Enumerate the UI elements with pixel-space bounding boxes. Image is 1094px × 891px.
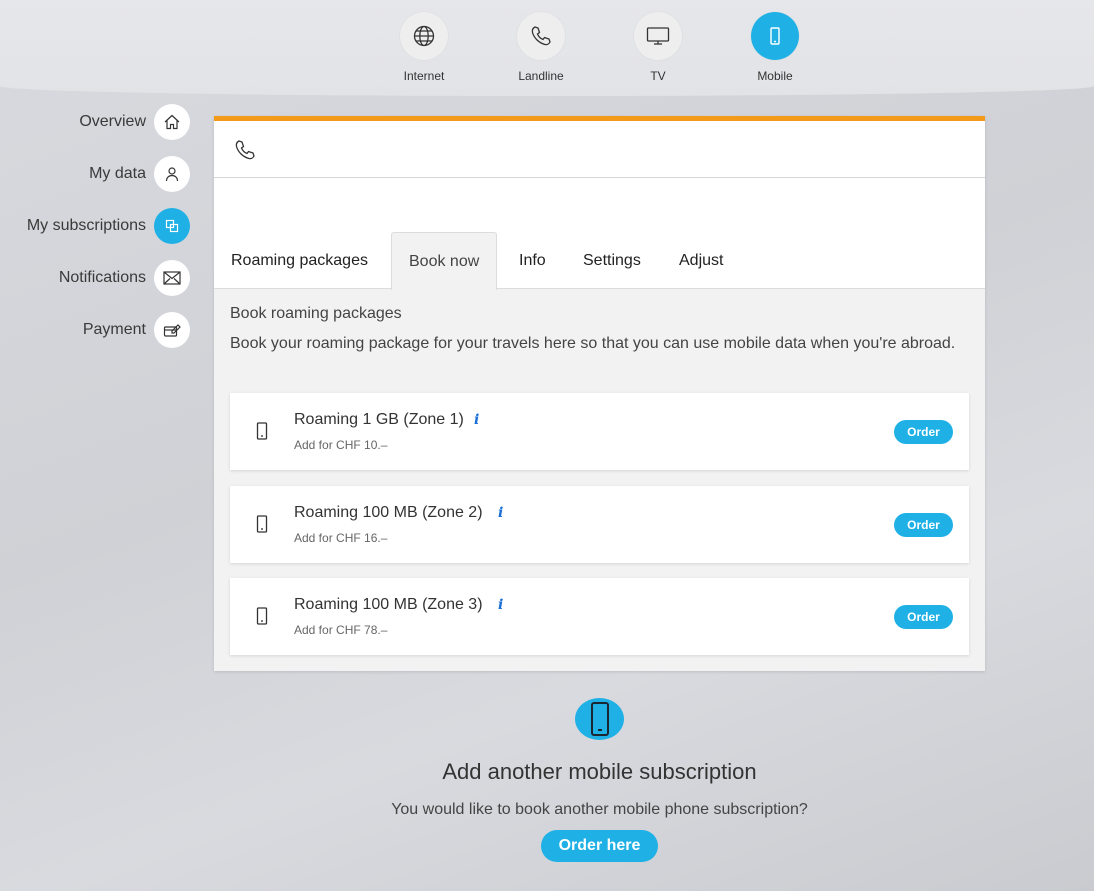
package-name: Roaming 1 GB (Zone 1) — [294, 411, 464, 428]
service-label: Landline — [518, 69, 564, 83]
tab-roaming-packages[interactable]: Roaming packages — [214, 232, 385, 289]
order-button[interactable]: Order — [894, 605, 953, 629]
add-subscription-title: Add another mobile subscription — [442, 759, 757, 784]
mobile-icon — [256, 422, 268, 445]
sidebar-item-label: My subscriptions — [26, 217, 146, 234]
order-button[interactable]: Order — [894, 513, 953, 537]
sidebar-item-label: Notifications — [58, 269, 146, 286]
subscriptions-icon — [154, 208, 190, 244]
package-card: Roaming 1 GB (Zone 1) i Add for CHF 10.–… — [230, 393, 969, 470]
sidebar-item-label: My data — [89, 165, 146, 182]
section-description: Book your roaming package for your trave… — [230, 335, 956, 352]
service-internet[interactable]: Internet — [384, 12, 464, 83]
order-here-button[interactable]: Order here — [541, 830, 658, 862]
sidebar-item-my-subscriptions[interactable]: My subscriptions — [27, 208, 190, 244]
sidebar-item-payment[interactable]: Payment — [83, 312, 190, 348]
service-tv[interactable]: TV — [618, 12, 698, 83]
service-label: TV — [650, 69, 666, 83]
package-price: Add for CHF 10.– — [294, 438, 388, 452]
service-label: Mobile — [757, 69, 793, 83]
tab-bar: Roaming packages Book now Info Settings … — [214, 178, 985, 290]
user-icon — [154, 156, 190, 192]
tab-settings[interactable]: Settings — [566, 232, 658, 289]
tab-book-now[interactable]: Book now — [391, 232, 498, 290]
package-price: Add for CHF 78.– — [294, 623, 388, 637]
package-card: Roaming 100 MB (Zone 3) i Add for CHF 78… — [230, 578, 969, 655]
section-title: Book roaming packages — [230, 305, 402, 322]
package-name: Roaming 100 MB (Zone 3) — [294, 596, 483, 613]
mobile-icon — [256, 607, 268, 630]
tab-info[interactable]: Info — [502, 232, 563, 289]
sidebar-item-overview[interactable]: Overview — [79, 104, 190, 140]
subscription-card: Roaming packages Book now Info Settings … — [214, 116, 985, 671]
info-icon[interactable]: i — [498, 597, 503, 613]
payment-icon — [154, 312, 190, 348]
home-icon — [154, 104, 190, 140]
package-price: Add for CHF 16.– — [294, 531, 388, 545]
tab-adjust[interactable]: Adjust — [662, 232, 740, 289]
services-bar: Internet Landline TV Mobile — [0, 0, 1094, 96]
envelope-icon — [154, 260, 190, 296]
phone-icon — [234, 139, 256, 166]
info-icon[interactable]: i — [474, 412, 479, 428]
mobile-icon — [256, 515, 268, 538]
phone-icon — [517, 12, 565, 60]
package-card: Roaming 100 MB (Zone 2) i Add for CHF 16… — [230, 486, 969, 563]
sidebar-item-label: Overview — [79, 113, 146, 130]
order-button[interactable]: Order — [894, 420, 953, 444]
info-icon[interactable]: i — [498, 505, 503, 521]
service-mobile[interactable]: Mobile — [735, 12, 815, 83]
mobile-icon — [575, 698, 624, 740]
globe-icon — [400, 12, 448, 60]
tv-icon — [634, 12, 682, 60]
service-label: Internet — [403, 69, 445, 83]
sidebar-item-notifications[interactable]: Notifications — [59, 260, 190, 296]
mobile-icon — [751, 12, 799, 60]
card-header — [214, 121, 985, 178]
add-subscription-description: You would like to book another mobile ph… — [391, 801, 808, 818]
sidebar-item-my-data[interactable]: My data — [89, 156, 190, 192]
service-landline[interactable]: Landline — [501, 12, 581, 83]
sidebar-item-label: Payment — [82, 321, 146, 338]
package-name: Roaming 100 MB (Zone 2) — [294, 504, 483, 521]
